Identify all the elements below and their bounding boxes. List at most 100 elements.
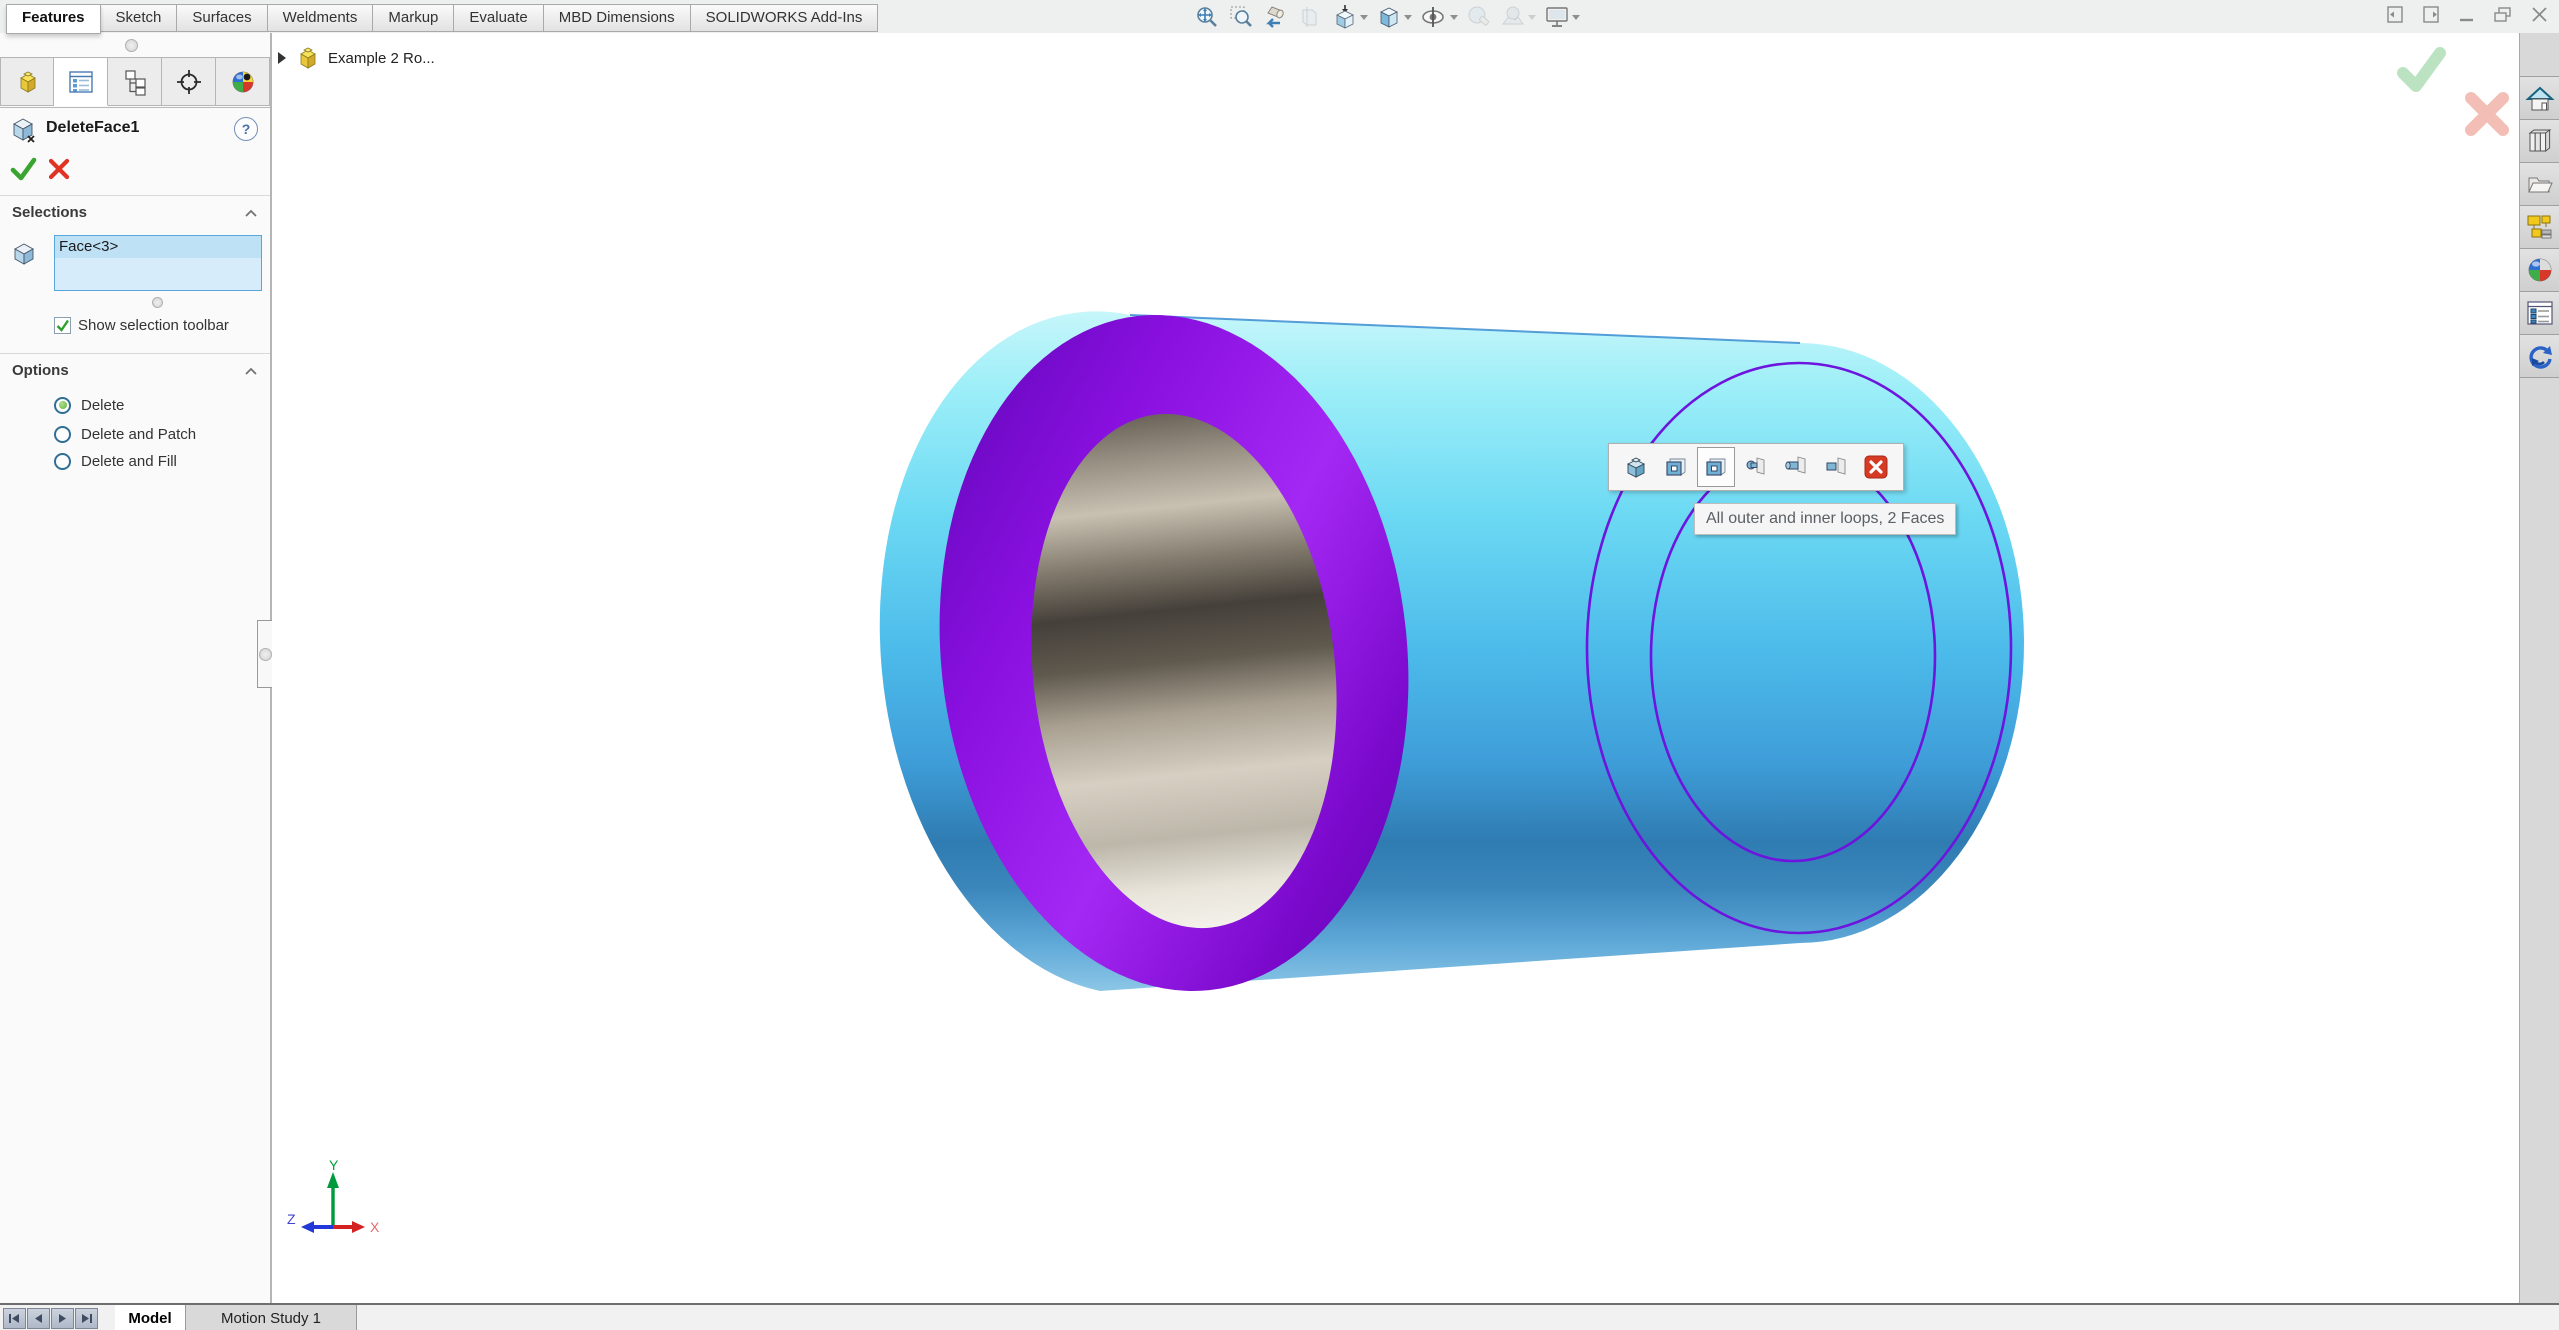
show-selection-toolbar-checkbox[interactable]: [54, 317, 71, 334]
select-all-outer-and-inner-loops-button[interactable]: [1697, 447, 1735, 487]
scroll-last-button[interactable]: [75, 1308, 98, 1329]
selection-tooltip: All outer and inner loops, 2 Faces: [1694, 503, 1957, 535]
view-settings-icon[interactable]: [1542, 3, 1582, 31]
menu-tab-solidworks-addins[interactable]: SOLIDWORKS Add-Ins: [690, 4, 879, 32]
display-style-icon[interactable]: [1374, 3, 1414, 31]
panel-splitter-grip[interactable]: [257, 620, 273, 688]
show-selection-toolbar-label: Show selection toolbar: [78, 317, 229, 334]
model-tabs-bar: Model Motion Study 1: [0, 1303, 2559, 1330]
face-selection-listbox[interactable]: Face<3>: [54, 235, 262, 291]
extend-selection-plug-button[interactable]: [1737, 447, 1775, 487]
view-orientation-caret[interactable]: [1360, 14, 1368, 20]
options-group-title: Options: [12, 362, 69, 379]
check-icon: [56, 319, 69, 332]
view-settings-caret[interactable]: [1572, 14, 1580, 20]
delete-face-feature-icon: [13, 118, 35, 143]
select-part-faces-button[interactable]: [1617, 447, 1655, 487]
edit-appearance-icon[interactable]: [1464, 3, 1494, 31]
section-view-icon[interactable]: [1296, 3, 1326, 31]
task-pane-home[interactable]: [2520, 77, 2559, 120]
extend-selection-boss-button[interactable]: [1777, 447, 1815, 487]
top-bar: Features Sketch Surfaces Weldments Marku…: [0, 0, 2559, 34]
triad-z-label: Z: [287, 1211, 296, 1227]
tab-featuremanager-design-tree[interactable]: [0, 57, 54, 106]
tab-dimxpertmanager[interactable]: [162, 57, 216, 106]
menu-tab-sketch[interactable]: Sketch: [100, 4, 178, 32]
scroll-previous-button[interactable]: [27, 1308, 50, 1329]
expand-tree-arrow-icon[interactable]: [278, 52, 286, 64]
tab-model[interactable]: Model: [115, 1305, 186, 1330]
orientation-triad: Y X Z: [287, 1158, 380, 1235]
restore-icon[interactable]: [2493, 5, 2513, 24]
extend-selection-socket-button[interactable]: [1817, 447, 1855, 487]
apply-scene-icon[interactable]: [1498, 3, 1538, 31]
model-3d-tube[interactable]: [272, 33, 2519, 1303]
triad-y-label: Y: [329, 1158, 339, 1173]
scroll-first-button[interactable]: [3, 1308, 26, 1329]
ok-button[interactable]: [8, 155, 38, 183]
scroll-next-button[interactable]: [51, 1308, 74, 1329]
cancel-button[interactable]: [46, 155, 72, 183]
tab-propertymanager[interactable]: [54, 57, 108, 106]
radio-row-delete-and-patch: Delete and Patch: [54, 422, 264, 446]
close-selection-toolbar-button[interactable]: [1857, 447, 1895, 487]
feature-title: DeleteFace1: [46, 119, 140, 136]
feature-tree-flyout: Example 2 Ro...: [278, 45, 435, 71]
tab-motion-study-1[interactable]: Motion Study 1: [186, 1305, 357, 1330]
menu-tab-weldments[interactable]: Weldments: [267, 4, 374, 32]
radio-delete-and-fill[interactable]: [54, 452, 71, 470]
hide-show-items-icon[interactable]: [1418, 3, 1460, 31]
task-pane-solidworks-resources[interactable]: [2520, 335, 2559, 378]
menu-tab-features[interactable]: Features: [6, 4, 101, 34]
radio-delete-and-patch[interactable]: [54, 425, 71, 443]
collapse-chevron-icon[interactable]: [244, 367, 258, 376]
document-name[interactable]: Example 2 Ro...: [328, 50, 435, 67]
selected-face-item[interactable]: Face<3>: [55, 236, 261, 258]
menu-tab-mbd-dimensions[interactable]: MBD Dimensions: [543, 4, 691, 32]
select-outer-loops-button[interactable]: [1657, 447, 1695, 487]
zoom-to-area-icon[interactable]: [1226, 3, 1256, 31]
task-pane-appearances-scenes[interactable]: [2520, 249, 2559, 292]
window-controls: [2386, 5, 2549, 24]
hide-show-items-caret[interactable]: [1450, 14, 1458, 20]
options-group-header[interactable]: Options: [0, 359, 270, 385]
menu-tab-markup[interactable]: Markup: [373, 4, 455, 32]
minimize-icon[interactable]: [2458, 5, 2476, 24]
radio-delete-and-fill-label: Delete and Fill: [81, 452, 177, 470]
zoom-to-fit-icon[interactable]: [1192, 3, 1222, 31]
view-orientation-icon[interactable]: [1330, 3, 1370, 31]
tab-configurationmanager[interactable]: [108, 57, 162, 106]
confirmation-corner-cancel[interactable]: [2462, 89, 2512, 139]
task-pane-view-palette[interactable]: [2520, 206, 2559, 249]
help-icon[interactable]: ?: [234, 117, 258, 141]
collapse-panel-right-icon[interactable]: [2422, 5, 2441, 24]
menu-tab-evaluate[interactable]: Evaluate: [454, 4, 544, 32]
radio-delete-and-patch-label: Delete and Patch: [81, 425, 197, 443]
display-style-caret[interactable]: [1404, 14, 1412, 20]
part-document-icon: [300, 47, 316, 69]
manager-pane-tabs: [0, 57, 270, 108]
task-pane-custom-properties[interactable]: [2520, 292, 2559, 335]
apply-scene-caret[interactable]: [1528, 14, 1536, 20]
selections-group-header[interactable]: Selections: [0, 201, 270, 227]
radio-delete[interactable]: [54, 396, 71, 414]
radio-row-delete: Delete: [54, 393, 264, 417]
heads-up-view-toolbar: [1192, 3, 1582, 31]
selection-toolbar: [1608, 443, 1904, 491]
property-manager-actions: [0, 155, 270, 189]
listbox-resize-handle[interactable]: [152, 297, 163, 308]
collapse-chevron-icon[interactable]: [244, 209, 258, 218]
previous-view-icon[interactable]: [1260, 3, 1292, 31]
triad-x-label: X: [370, 1219, 380, 1235]
panel-collapse-handle[interactable]: [125, 39, 138, 52]
tab-scroll-buttons: [3, 1308, 98, 1329]
collapse-panel-left-icon[interactable]: [2386, 5, 2405, 24]
tab-displaymanager[interactable]: [216, 57, 270, 106]
close-icon[interactable]: [2530, 5, 2549, 24]
graphics-area[interactable]: Example 2 Ro... All outer and inner loop…: [272, 33, 2519, 1303]
confirmation-corner-ok[interactable]: [2394, 43, 2448, 97]
menu-tab-surfaces[interactable]: Surfaces: [177, 4, 268, 32]
task-pane-file-explorer[interactable]: [2520, 163, 2559, 206]
task-pane-design-library[interactable]: [2520, 120, 2559, 163]
solidworks-window: Features Sketch Surfaces Weldments Marku…: [0, 0, 2559, 1330]
